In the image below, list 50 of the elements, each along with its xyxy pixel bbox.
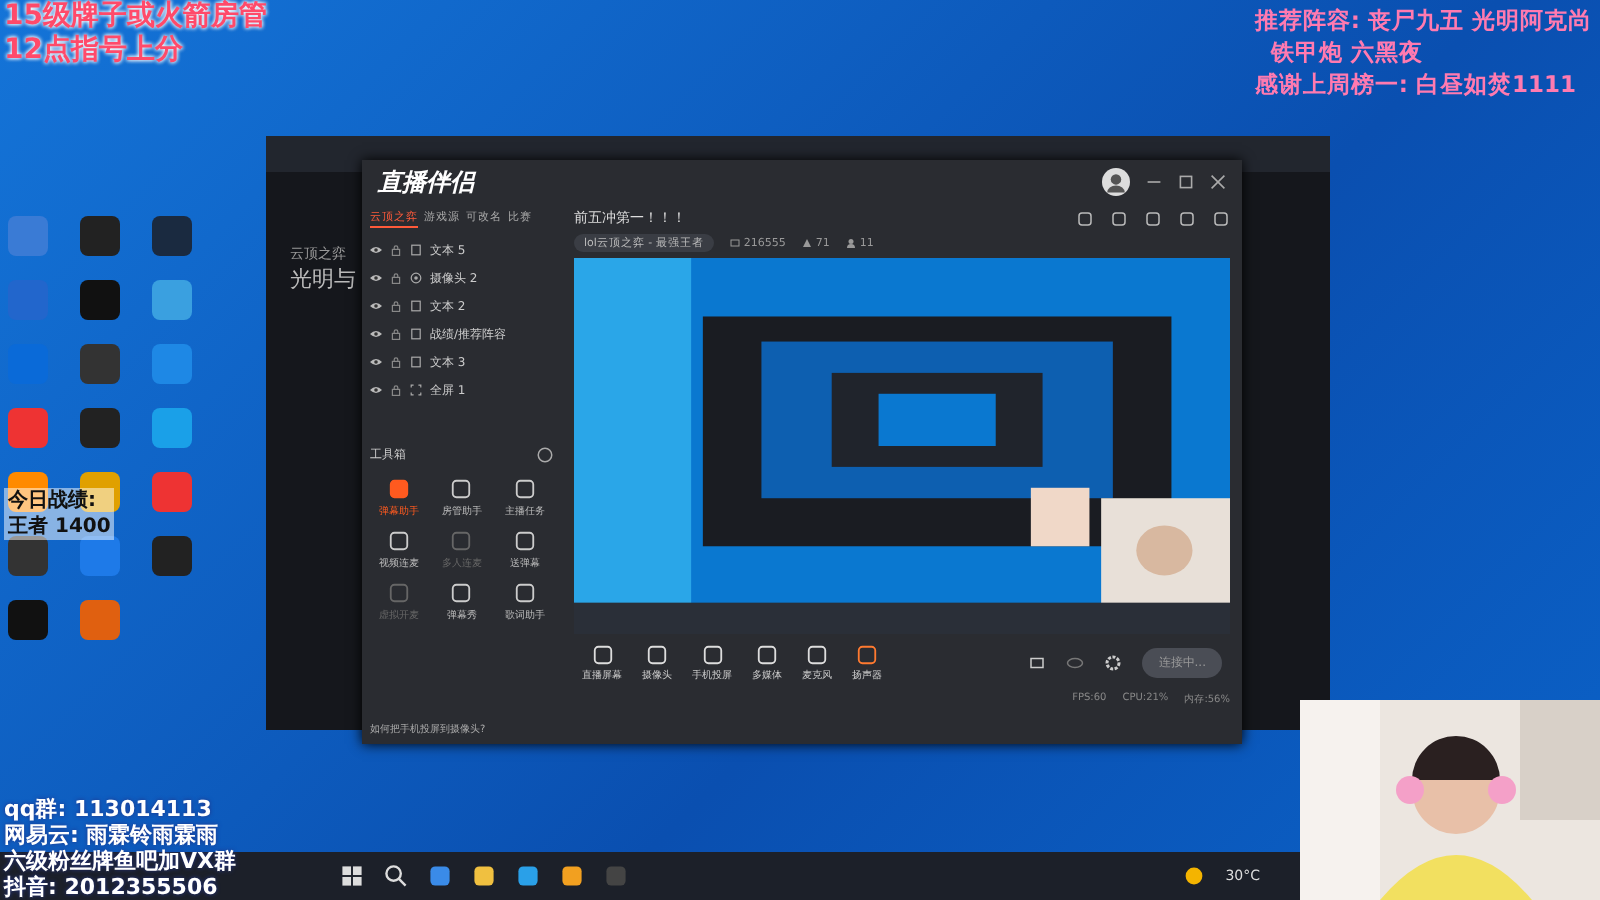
taskbar-app-icon[interactable] [560,864,584,888]
record-icon[interactable] [1028,654,1047,672]
eye-icon[interactable] [370,272,382,284]
tool-icon [388,530,411,552]
maximize-icon[interactable] [1178,174,1194,190]
tool-icon [450,478,473,500]
taskbar-app-icon[interactable] [472,864,496,888]
search-icon[interactable] [384,864,408,888]
overlay-text: 王者 1400 [4,514,115,540]
tool-icon [450,530,473,552]
overlay-text: 网易云: 雨霖铃雨霖雨 [4,822,221,848]
overlay-text: 六级粉丝牌鱼吧加VX群 [4,848,236,874]
tool-icon [513,530,536,552]
frame-icon [410,384,422,396]
eye-icon[interactable] [370,356,382,368]
overlay-text: 12点指号上分 [4,34,185,68]
taskbar-app-icon[interactable] [516,864,540,888]
overlay-text: qq群: 113014113 [4,796,214,822]
document-icon [410,300,422,312]
desktop-icon[interactable] [8,472,48,512]
avatar-icon[interactable] [1102,168,1130,196]
overlay-text: 感谢上周榜一: 白昼如焚1111 [1254,68,1578,100]
overlay-text: 铁甲炮 六黑夜 [1268,36,1425,68]
document-icon [410,244,422,256]
overlay-text: 推荐阵容: 丧尸九五 光明阿克尚 [1254,4,1592,36]
tool-icon [388,478,411,500]
eye-icon[interactable] [370,384,382,396]
overlay-text: 今日战绩: [4,488,115,514]
tool-icon [388,582,411,604]
eye-icon[interactable] [370,244,382,256]
document-icon [410,328,422,340]
id-icon [729,238,740,248]
tool-icon [513,582,536,604]
windows-icon[interactable] [340,864,364,888]
settings-icon[interactable] [1104,654,1123,672]
eye-icon[interactable] [370,328,382,340]
taskbar-app-icon[interactable] [428,864,452,888]
app-title: 直播伴侣 [378,165,474,199]
game-title: 光明与 [290,264,356,294]
tool-icon [450,582,473,604]
sun-icon [1181,864,1206,888]
overlay-text: 抖音: 2012355506 [4,874,220,900]
refresh-icon[interactable] [536,446,554,464]
tool-icon [513,478,536,500]
close-icon[interactable] [1210,174,1226,190]
eye-icon[interactable] [370,300,382,312]
eye-icon[interactable] [1066,654,1085,672]
overlay-text: 15级牌子或火箭房管 [4,0,267,34]
document-icon [410,356,422,368]
viewer-icon [845,238,856,248]
